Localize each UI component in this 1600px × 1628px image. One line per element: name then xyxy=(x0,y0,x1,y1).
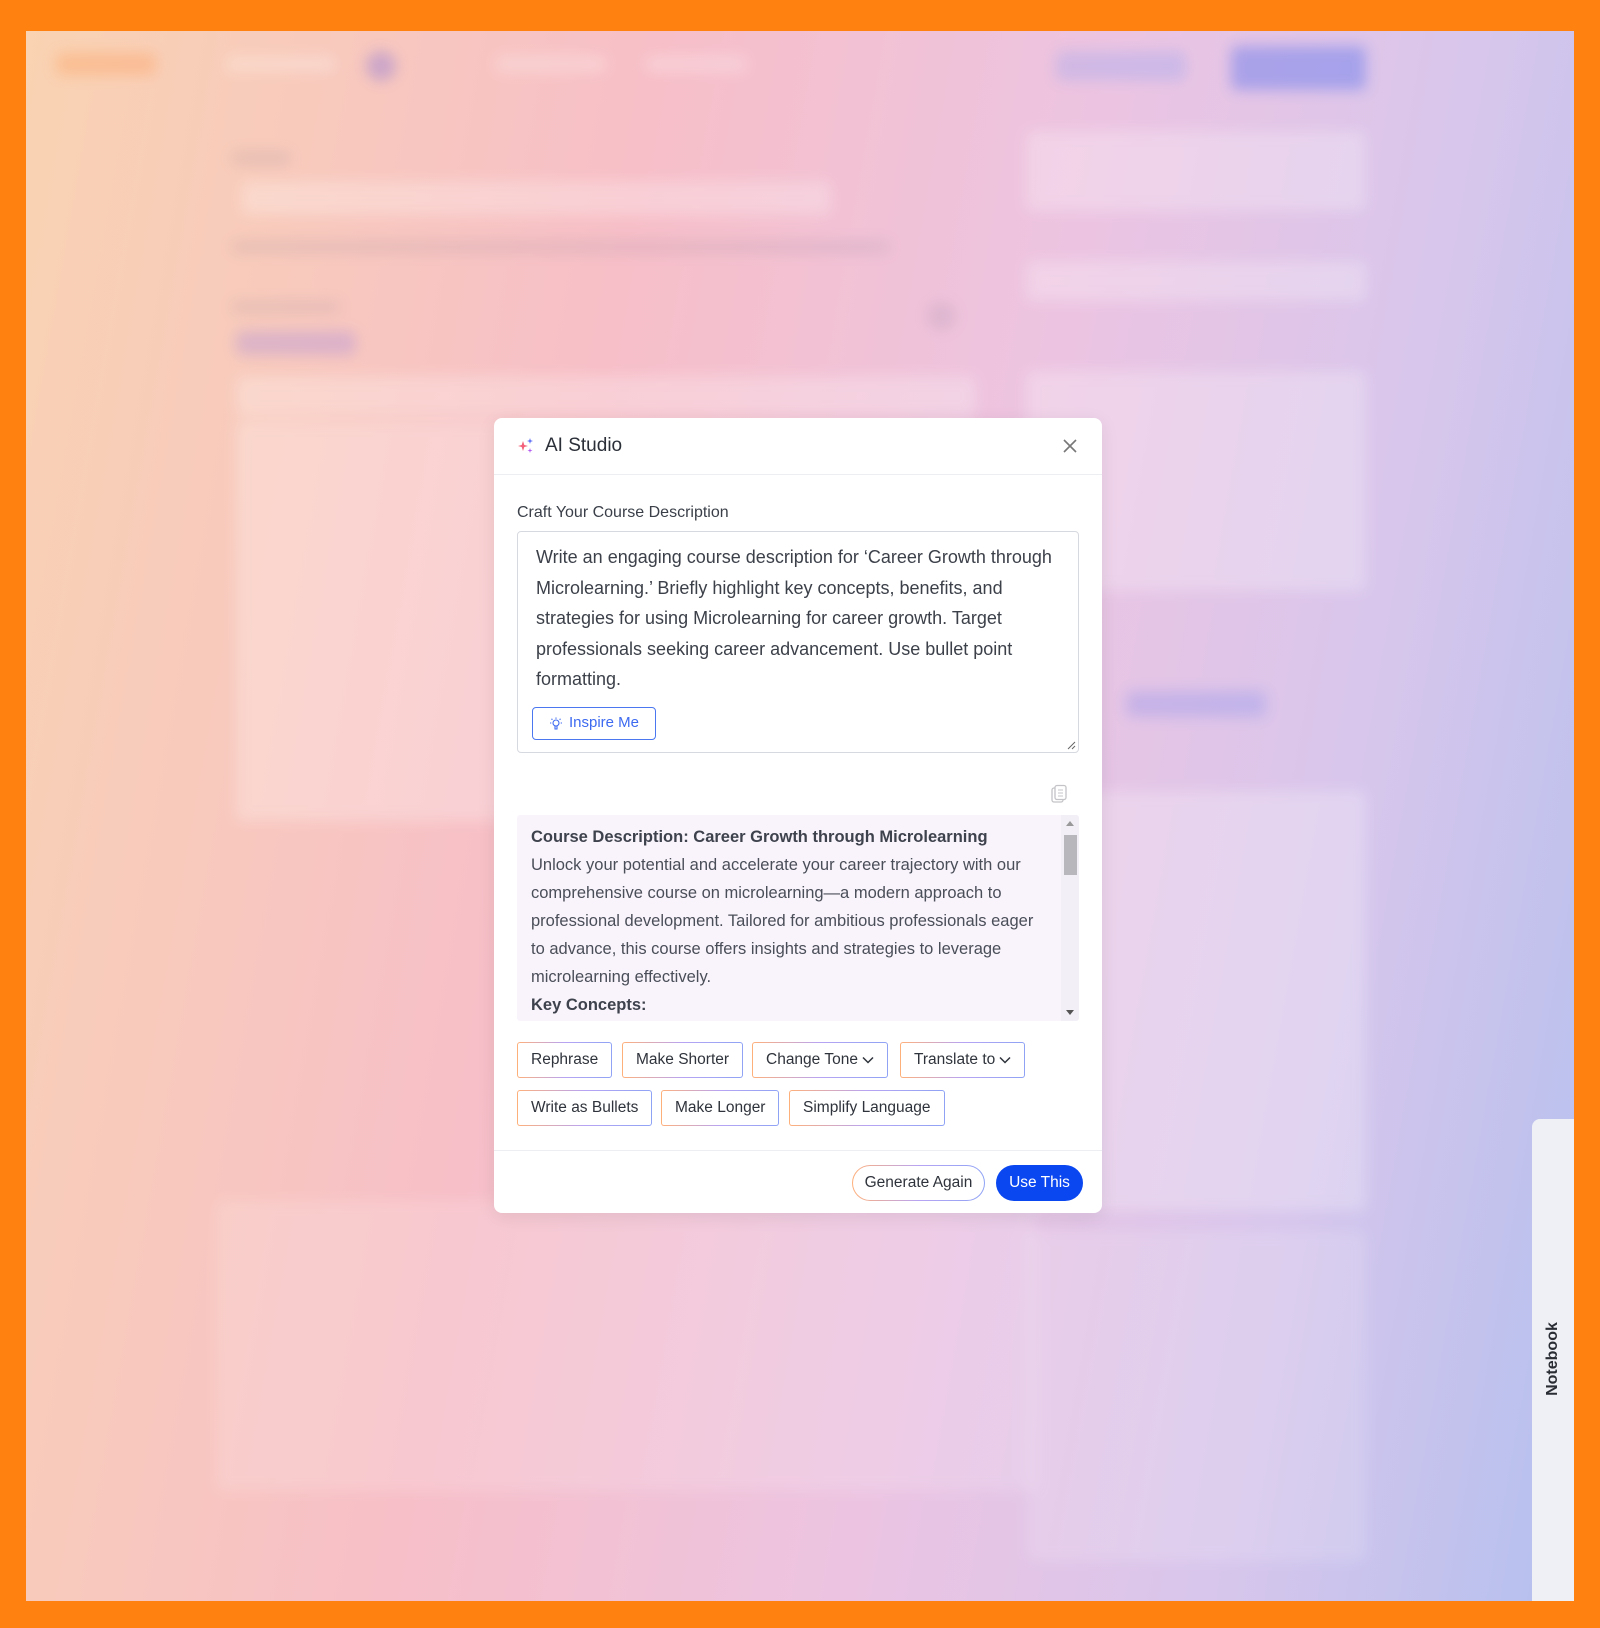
generate-again-button[interactable]: Generate Again xyxy=(852,1165,985,1201)
translate-to-label: Translate to xyxy=(914,1051,996,1068)
make-longer-button[interactable]: Make Longer xyxy=(661,1090,779,1126)
use-this-button[interactable]: Use This xyxy=(996,1165,1083,1201)
translate-to-dropdown[interactable]: Translate to xyxy=(900,1042,1025,1078)
dialog-footer-divider xyxy=(494,1150,1102,1151)
change-tone-dropdown[interactable]: Change Tone xyxy=(752,1042,888,1078)
ai-studio-dialog: AI Studio Craft Your Course Description … xyxy=(494,418,1102,1213)
dialog-title: AI Studio xyxy=(545,435,623,456)
scroll-thumb[interactable] xyxy=(1064,835,1077,875)
write-as-bullets-button[interactable]: Write as Bullets xyxy=(517,1090,652,1126)
simplify-language-button[interactable]: Simplify Language xyxy=(789,1090,945,1126)
chevron-down-icon xyxy=(999,1056,1011,1064)
prompt-text[interactable]: Write an engaging course description for… xyxy=(536,542,1060,695)
scroll-down-icon[interactable] xyxy=(1066,1010,1074,1015)
output-scrollbar[interactable] xyxy=(1061,815,1079,1021)
rephrase-button[interactable]: Rephrase xyxy=(517,1042,612,1078)
make-longer-label: Make Longer xyxy=(675,1099,766,1116)
copy-icon[interactable] xyxy=(1050,784,1068,804)
notebook-label: Notebook xyxy=(1544,1322,1561,1396)
make-shorter-button[interactable]: Make Shorter xyxy=(622,1042,743,1078)
output-subheading: Key Concepts: xyxy=(531,996,647,1014)
make-shorter-label: Make Shorter xyxy=(636,1051,730,1068)
resize-handle-icon[interactable] xyxy=(1066,740,1076,750)
simplify-language-label: Simplify Language xyxy=(803,1099,931,1116)
prompt-label: Craft Your Course Description xyxy=(517,504,729,521)
inspire-me-button[interactable]: Inspire Me xyxy=(532,707,656,740)
output-body: Unlock your potential and accelerate you… xyxy=(531,856,1034,986)
output-heading: Course Description: Career Growth throug… xyxy=(531,828,988,846)
generated-output: Course Description: Career Growth throug… xyxy=(517,815,1079,1021)
inspire-me-label: Inspire Me xyxy=(568,714,640,732)
lightbulb-icon xyxy=(549,717,562,730)
write-as-bullets-label: Write as Bullets xyxy=(531,1099,639,1116)
dialog-header: AI Studio xyxy=(494,418,1102,475)
sparkle-icon xyxy=(518,438,533,453)
change-tone-label: Change Tone xyxy=(766,1051,858,1068)
chevron-down-icon xyxy=(862,1056,874,1064)
prompt-textarea[interactable]: Write an engaging course description for… xyxy=(517,531,1079,753)
close-icon[interactable] xyxy=(1060,436,1080,456)
scroll-up-icon[interactable] xyxy=(1066,821,1074,826)
rephrase-label: Rephrase xyxy=(531,1051,599,1068)
notebook-tab[interactable]: Notebook xyxy=(1532,1119,1574,1601)
